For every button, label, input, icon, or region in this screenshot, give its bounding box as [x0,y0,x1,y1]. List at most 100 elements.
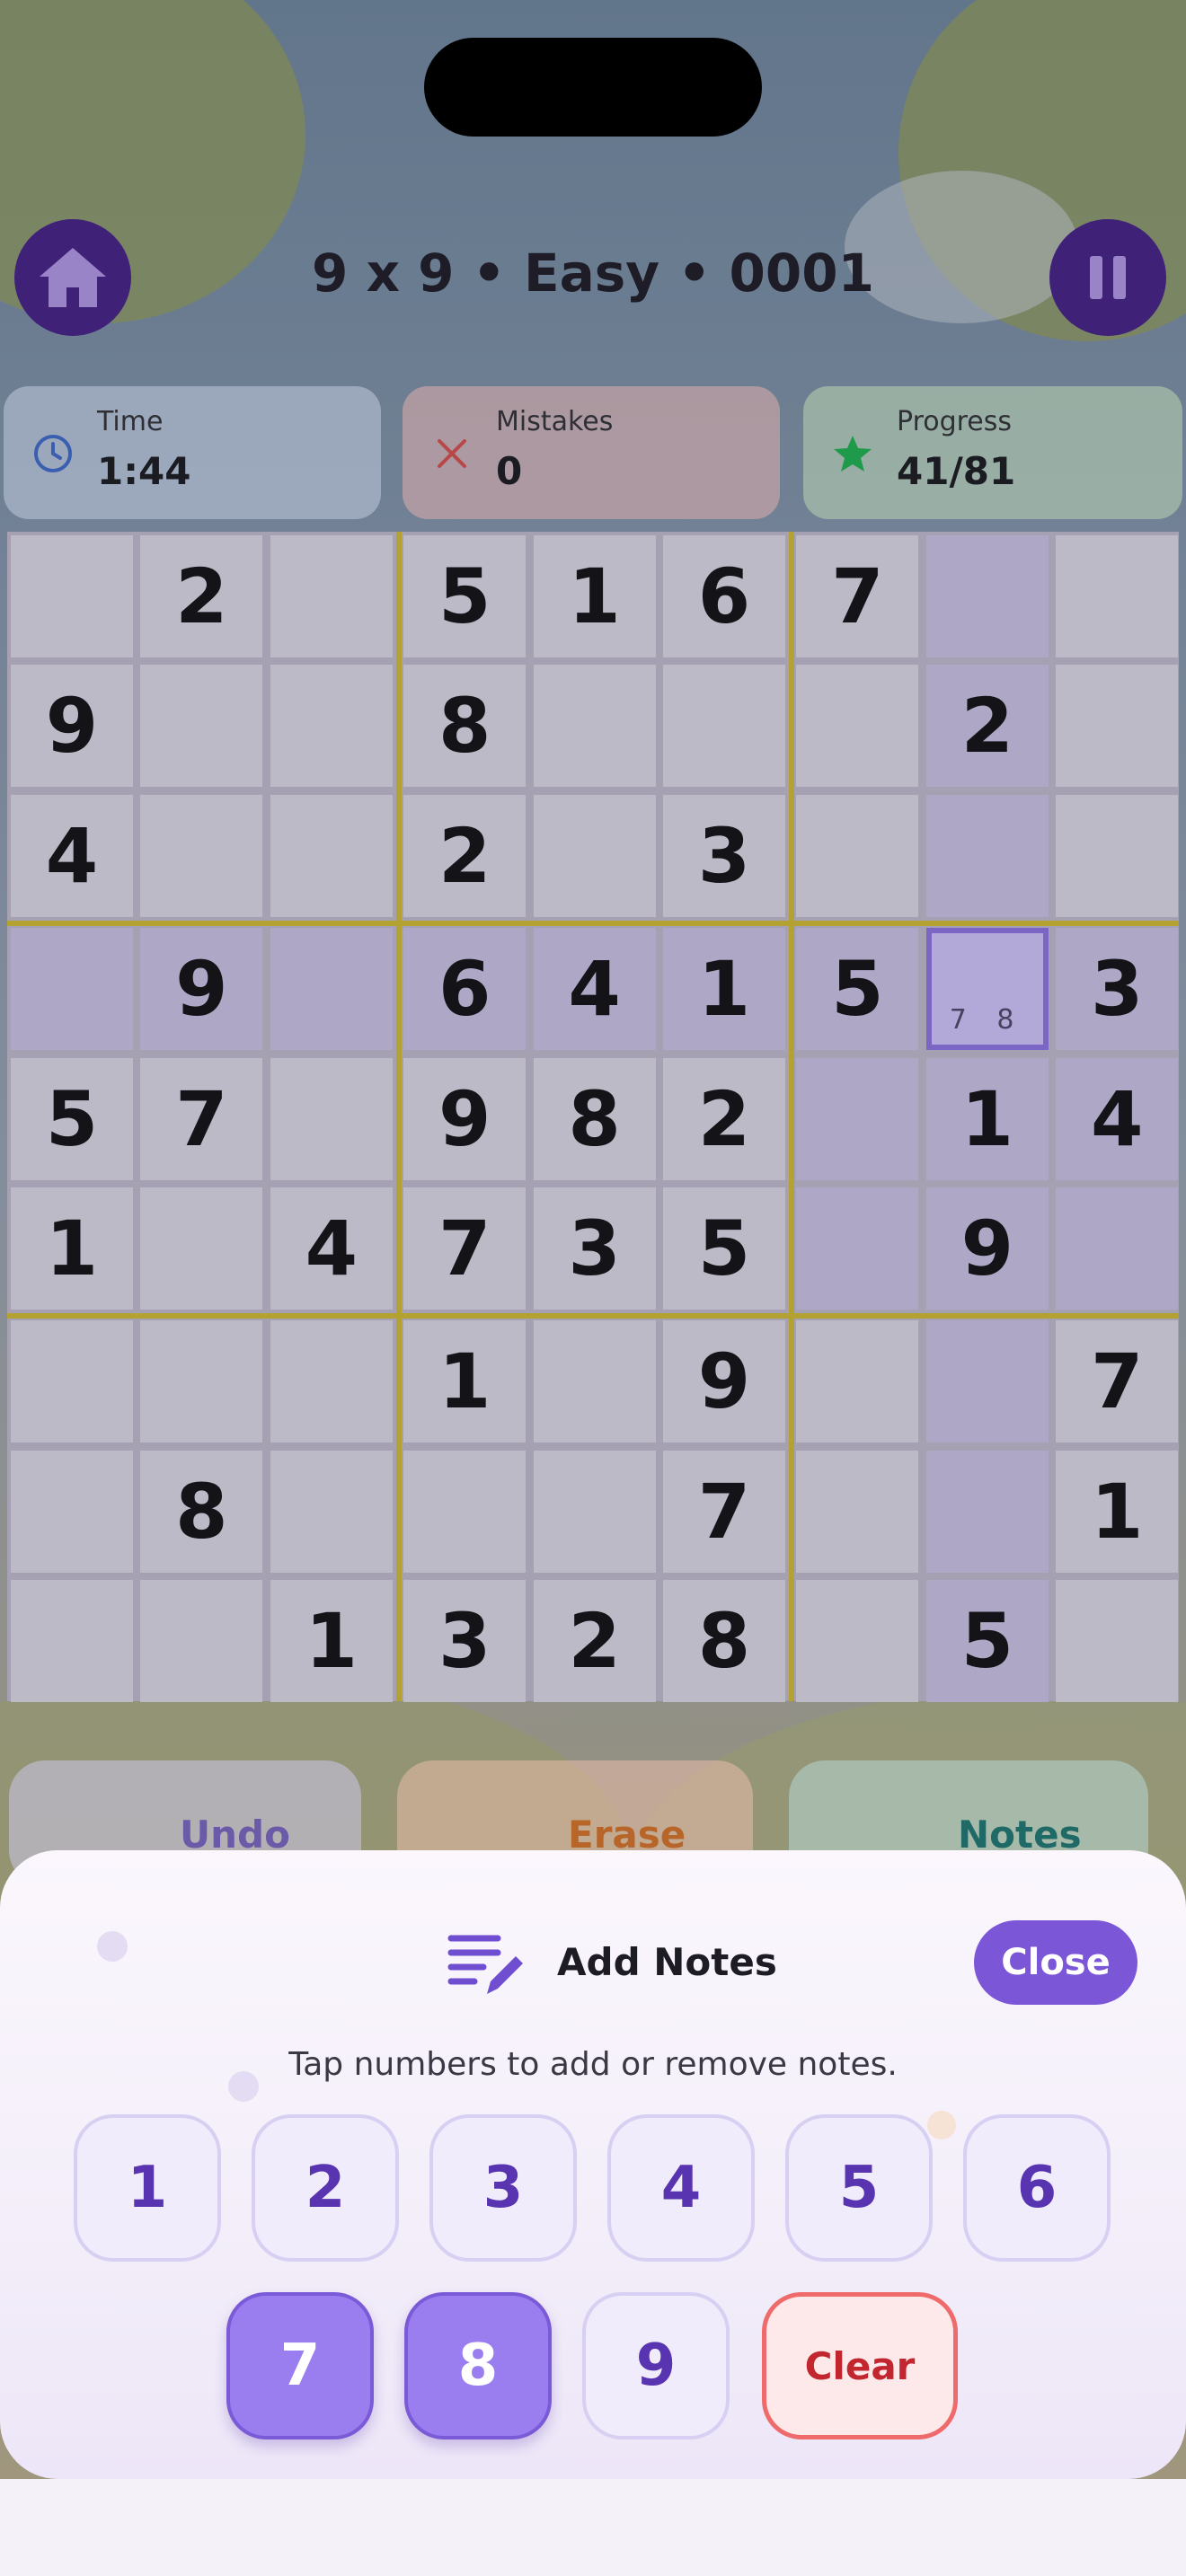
sudoku-cell[interactable] [270,794,393,917]
sudoku-cell[interactable] [925,1320,1049,1443]
sudoku-cell[interactable]: 2 [663,1057,785,1180]
sudoku-cell[interactable] [925,794,1049,917]
sudoku-cell[interactable]: 9 [11,665,133,788]
sudoku-cell[interactable] [403,1450,527,1573]
sudoku-cell[interactable] [270,665,393,788]
pause-button[interactable] [1049,219,1166,336]
sudoku-cell[interactable]: 7 [403,1187,527,1310]
note-number-4-button[interactable]: 4 [607,2114,755,2262]
sudoku-cell[interactable]: 9 [403,1057,527,1180]
decorative-dot [97,1931,128,1962]
sudoku-cell[interactable] [533,1450,656,1573]
sudoku-cell[interactable]: 1 [663,928,785,1051]
sudoku-cell[interactable] [140,1320,263,1443]
sudoku-cell[interactable] [1056,535,1179,657]
note-number-2-button[interactable]: 2 [252,2114,399,2262]
sudoku-cell[interactable]: 1 [270,1580,393,1703]
note-number-8-button[interactable]: 8 [404,2292,552,2439]
sudoku-cell[interactable] [1056,1187,1179,1310]
sudoku-cell[interactable]: 2 [140,535,263,657]
sudoku-cell[interactable]: 1 [11,1187,133,1310]
sudoku-cell[interactable] [1056,665,1179,788]
sudoku-cell[interactable]: 7 [663,1450,785,1573]
note-number-5-button[interactable]: 5 [785,2114,933,2262]
sudoku-cell[interactable]: 8 [663,1580,785,1703]
sudoku-cell[interactable] [925,1450,1049,1573]
sudoku-cell[interactable]: 5 [925,1580,1049,1703]
sudoku-cell[interactable] [11,928,133,1051]
home-icon [40,248,106,307]
sudoku-cell[interactable]: 2 [925,665,1049,788]
sudoku-cell[interactable]: 2 [533,1580,656,1703]
sudoku-cell[interactable]: 6 [403,928,527,1051]
sudoku-cell[interactable] [11,1320,133,1443]
note-number-3-button[interactable]: 3 [429,2114,577,2262]
sudoku-cell[interactable]: 1 [403,1320,527,1443]
sudoku-cell[interactable]: 5 [796,928,919,1051]
sudoku-cell[interactable] [533,794,656,917]
sudoku-cell[interactable] [140,1187,263,1310]
box-divider-vertical [789,532,795,1701]
sudoku-cell[interactable]: 4 [270,1187,393,1310]
sudoku-cell[interactable] [925,535,1049,657]
sudoku-cell[interactable]: 5 [663,1187,785,1310]
sudoku-cell[interactable] [796,794,919,917]
sudoku-cell[interactable] [796,1320,919,1443]
sudoku-cell[interactable]: 1 [925,1057,1049,1180]
sudoku-cell[interactable]: 7 [1056,1320,1179,1443]
sudoku-cell[interactable]: 8 [403,665,527,788]
sudoku-cell[interactable] [1056,1580,1179,1703]
clear-notes-button[interactable]: Clear [762,2292,958,2439]
sudoku-cell[interactable] [270,1320,393,1443]
sudoku-cell[interactable]: 8 [533,1057,656,1180]
sudoku-cell[interactable] [533,1320,656,1443]
sudoku-cell[interactable]: 3 [1056,928,1179,1051]
sudoku-cell[interactable] [140,1580,263,1703]
note-number-9-button[interactable]: 9 [582,2292,730,2439]
home-button[interactable] [14,219,131,336]
sudoku-cell[interactable]: 1 [533,535,656,657]
sudoku-cell[interactable]: 3 [533,1187,656,1310]
sudoku-cell[interactable]: 3 [403,1580,527,1703]
sudoku-cell[interactable] [796,1580,919,1703]
sudoku-cell[interactable]: 3 [663,794,785,917]
decorative-dot [927,2111,956,2139]
selected-sudoku-cell[interactable]: 7 8 [925,928,1049,1051]
sudoku-cell[interactable]: 4 [11,794,133,917]
sudoku-cell[interactable] [11,1580,133,1703]
sudoku-cell[interactable]: 5 [11,1057,133,1180]
sudoku-cell[interactable]: 4 [533,928,656,1051]
sudoku-cell[interactable]: 2 [403,794,527,917]
note-number-6-button[interactable]: 6 [963,2114,1111,2262]
sudoku-cell[interactable] [796,1450,919,1573]
sudoku-cell[interactable] [270,928,393,1051]
sudoku-cell[interactable] [796,1057,919,1180]
sudoku-cell[interactable]: 4 [1056,1057,1179,1180]
sudoku-cell[interactable] [270,535,393,657]
sudoku-cell[interactable] [270,1450,393,1573]
sudoku-cell[interactable]: 5 [403,535,527,657]
sudoku-cell[interactable] [796,1187,919,1310]
sudoku-cell[interactable]: 9 [925,1187,1049,1310]
note-number-1-button[interactable]: 1 [74,2114,221,2262]
sudoku-cell[interactable]: 8 [140,1450,263,1573]
note-number-7-button[interactable]: 7 [226,2292,374,2439]
clock-icon [34,435,72,472]
sudoku-cell[interactable] [663,665,785,788]
close-button[interactable]: Close [974,1920,1137,2005]
sudoku-cell[interactable] [11,535,133,657]
sudoku-cell[interactable]: 1 [1056,1450,1179,1573]
sudoku-cell[interactable]: 9 [140,928,263,1051]
sudoku-cell[interactable] [270,1057,393,1180]
sudoku-cell[interactable] [11,1450,133,1573]
sudoku-cell[interactable]: 7 [796,535,919,657]
sudoku-cell[interactable] [796,665,919,788]
sudoku-cell[interactable]: 7 [140,1057,263,1180]
sudoku-cell[interactable] [533,665,656,788]
sudoku-cell[interactable] [140,665,263,788]
box-divider-horizontal [7,1313,1179,1319]
sudoku-cell[interactable] [140,794,263,917]
sudoku-cell[interactable] [1056,794,1179,917]
sudoku-cell[interactable]: 6 [663,535,785,657]
sudoku-cell[interactable]: 9 [663,1320,785,1443]
